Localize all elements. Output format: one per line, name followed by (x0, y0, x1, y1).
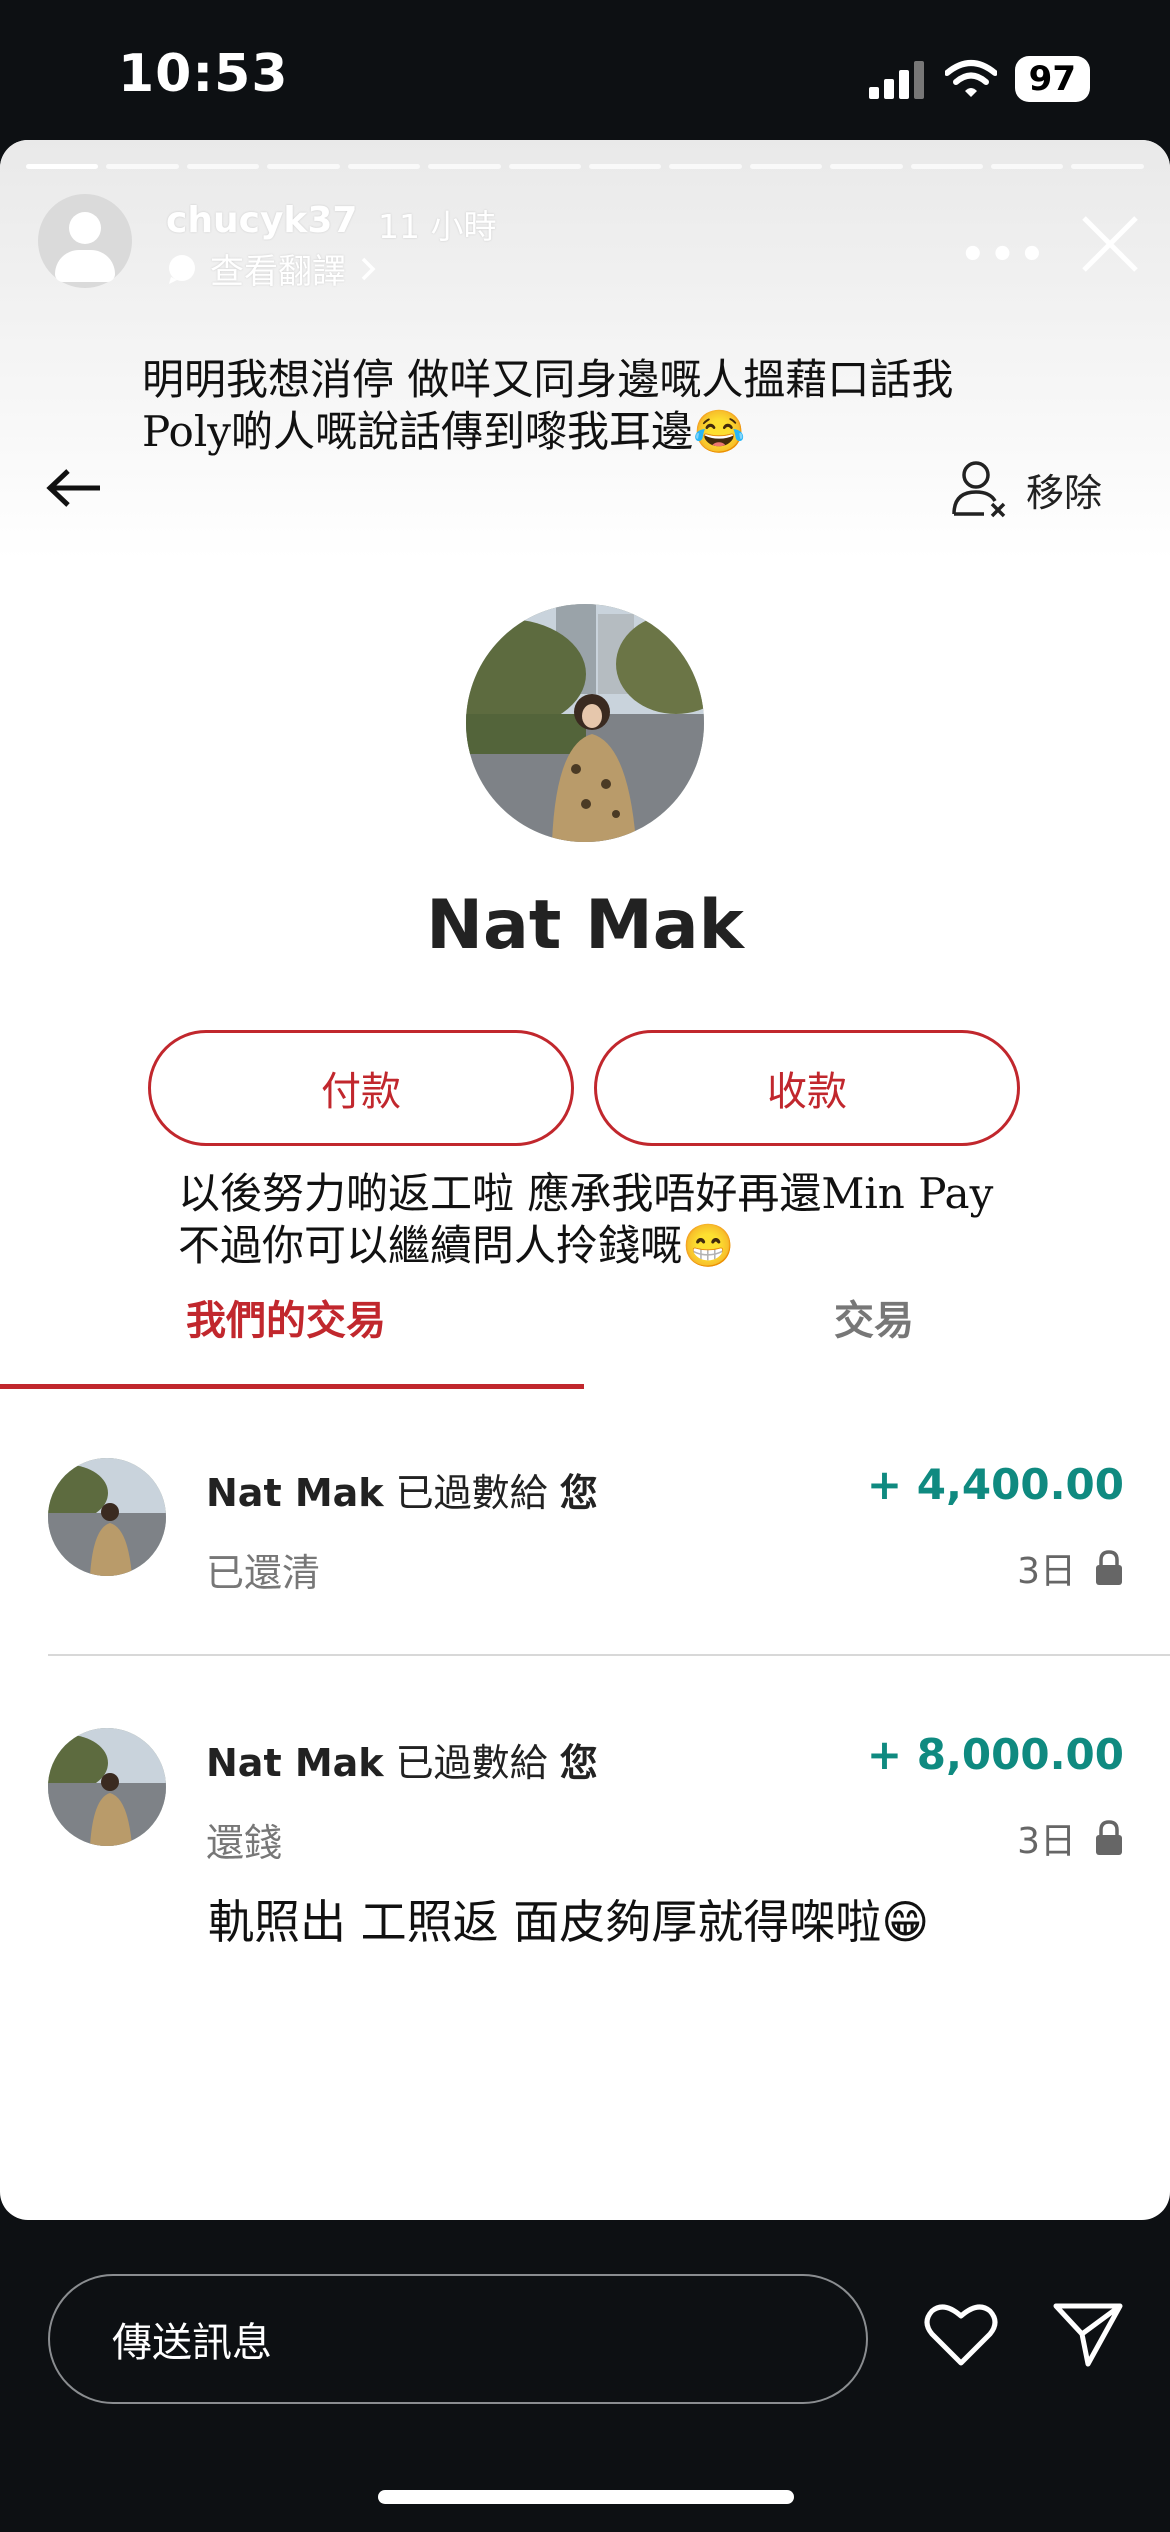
transaction-status: 還錢 (206, 1821, 283, 1865)
heart-icon[interactable] (924, 2302, 998, 2368)
send-message-placeholder: 傳送訊息 (112, 2320, 272, 2366)
transaction-amount: + 4,400.00 (866, 1460, 1124, 1509)
transaction-title[interactable]: Nat Mak 已過數給 您 (206, 1462, 598, 1517)
lock-icon (1096, 1550, 1122, 1585)
caption2-line-1: 以後努力啲返工啦 應承我唔好再還Min Pay (178, 1169, 994, 1218)
remove-user-icon (952, 461, 1006, 518)
transaction-amount: + 8,000.00 (866, 1730, 1124, 1779)
remove-label: 移除 (1026, 470, 1103, 515)
transaction-sender: Nat Mak (206, 1471, 384, 1515)
profile-name: Nat Mak (426, 886, 744, 965)
story-caption-top: 明明我想消停 做咩又同身邊嘅人搵藉口話我 Poly啲人嘅說話傳到嚟我耳邊😂 (142, 354, 953, 458)
more-options-icon[interactable]: ••• (960, 232, 1049, 278)
transaction-divider (48, 1654, 1170, 1656)
send-icon[interactable] (1052, 2300, 1124, 2368)
tab-our-transactions[interactable]: 我們的交易 (186, 1288, 386, 1346)
speech-bubble-icon (169, 254, 195, 284)
battery-indicator: 97 (1014, 56, 1090, 102)
pay-button[interactable]: 付款 (148, 1030, 574, 1146)
story-time-ago: 11 小時 (378, 207, 497, 246)
transaction-date: 3日 (1017, 1542, 1124, 1594)
story-user-avatar[interactable] (38, 194, 132, 288)
transaction-avatar (48, 1728, 166, 1846)
translate-link[interactable]: 查看翻譯 (166, 244, 378, 293)
transaction-status: 已還清 (206, 1551, 321, 1595)
lock-icon (1096, 1820, 1122, 1855)
transaction-date: 3日 (1017, 1812, 1124, 1864)
profile-photo (466, 604, 704, 842)
transaction-verb: 已過數給 (395, 1741, 548, 1785)
wifi-icon (944, 60, 997, 97)
home-indicator (378, 2490, 794, 2504)
transaction-note: 軌照出 工照返 面皮夠厚就得㗎啦😁 (208, 1895, 930, 1949)
story-progress-bar (26, 164, 1144, 169)
transaction-avatar (48, 1458, 166, 1576)
caption2-line-2: 不過你可以繼續問人拎錢嘅😁 (178, 1221, 735, 1270)
back-arrow-icon[interactable] (44, 468, 104, 508)
status-time: 10:53 (118, 44, 289, 104)
caption-line-1: 明明我想消停 做咩又同身邊嘅人搵藉口話我 (142, 355, 954, 404)
status-icons: 97 (868, 56, 1090, 102)
transaction-date-text: 3日 (1017, 1821, 1076, 1862)
story-username[interactable]: chucyk37 (166, 200, 357, 241)
receive-button[interactable]: 收款 (594, 1030, 1020, 1146)
cellular-signal-icon (868, 61, 924, 99)
active-tab-indicator (0, 1384, 584, 1389)
story-caption-middle: 以後努力啲返工啦 應承我唔好再還Min Pay 不過你可以繼續問人拎錢嘅😁 (178, 1168, 993, 1272)
caption-line-2: Poly啲人嘅說話傳到嚟我耳邊😂 (142, 407, 746, 456)
transaction-verb: 已過數給 (395, 1471, 548, 1515)
transaction-title[interactable]: Nat Mak 已過數給 您 (206, 1732, 598, 1787)
close-icon[interactable] (1080, 214, 1140, 274)
transaction-target: 您 (559, 1741, 598, 1785)
transaction-date-text: 3日 (1017, 1551, 1076, 1592)
translate-label: 查看翻譯 (210, 252, 346, 292)
story-card: chucyk37 11 小時 查看翻譯 ••• 明明我想消停 做咩又同身邊嘅人搵… (0, 140, 1170, 2220)
transaction-target: 您 (559, 1471, 598, 1515)
chevron-right-icon (361, 257, 376, 280)
remove-button[interactable]: 移除 (950, 458, 1102, 520)
transaction-sender: Nat Mak (206, 1741, 384, 1785)
tab-transactions[interactable]: 交易 (834, 1288, 914, 1346)
send-message-input[interactable]: 傳送訊息 (48, 2274, 868, 2404)
